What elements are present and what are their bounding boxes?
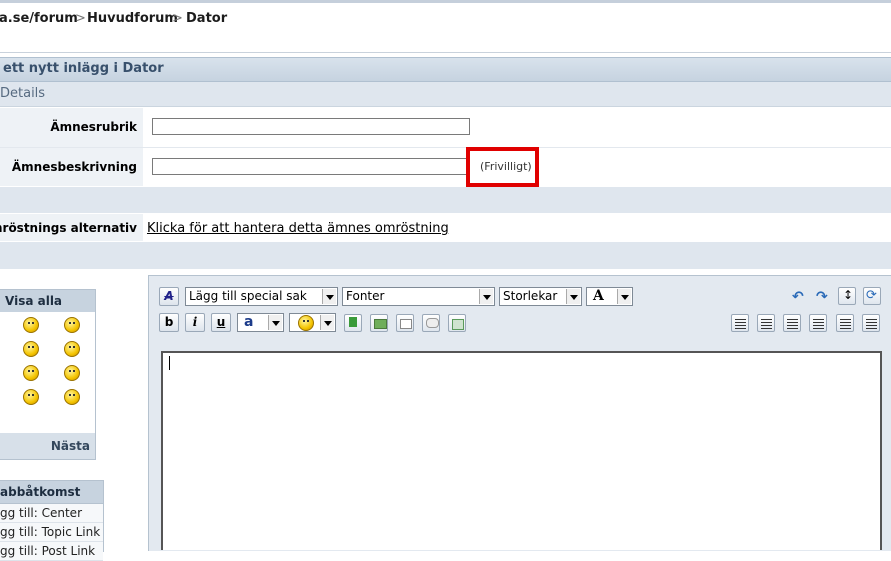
align-right-icon[interactable]	[809, 314, 827, 332]
cool-smiley-icon[interactable]	[23, 365, 39, 381]
chevron-down-icon	[322, 289, 336, 304]
text-caret	[169, 356, 170, 370]
quick-access-item-label: gg till: Center	[0, 506, 83, 520]
top-border	[0, 0, 891, 3]
next-smilies-link[interactable]: Nästa	[51, 439, 90, 453]
undo-icon[interactable]: ↶	[789, 288, 807, 306]
description-label: Ämnesbeskrivning	[11, 160, 137, 174]
insert-image-icon[interactable]	[370, 314, 388, 332]
breadcrumb-subforum-link[interactable]: Dator	[186, 11, 227, 26]
numbered-list-icon[interactable]	[836, 314, 854, 332]
laugh-smiley-icon[interactable]	[64, 341, 80, 357]
quick-access-item[interactable]: gg till: Center	[0, 504, 103, 523]
bullet-list-icon[interactable]	[862, 314, 880, 332]
shocked-smiley-icon[interactable]	[23, 317, 39, 333]
indent-icon[interactable]	[731, 314, 749, 332]
description-input[interactable]	[152, 158, 470, 175]
redo-icon[interactable]: ↷	[813, 288, 831, 306]
resize-glyph: ↕	[843, 288, 854, 302]
italic-icon: i	[192, 315, 198, 329]
refresh-icon[interactable]: ⟳	[863, 287, 881, 305]
sleepy-smiley-icon[interactable]	[64, 365, 80, 381]
happy-smiley-icon[interactable]	[23, 341, 39, 357]
optional-note: (Frivilligt)	[480, 160, 532, 173]
insert-media-icon[interactable]	[344, 314, 362, 332]
quick-access-item[interactable]: gg till: Post Link	[0, 542, 103, 561]
quick-access-header: abbåtkomst	[0, 481, 103, 504]
special-select-value: Lägg till special sak	[189, 289, 307, 303]
poll-manage-link[interactable]: Klicka för att hantera detta ämnes omrös…	[147, 221, 449, 236]
size-select-value: Storlekar	[503, 289, 558, 303]
align-left-icon[interactable]	[757, 314, 775, 332]
quick-access-title: abbåtkomst	[0, 485, 81, 499]
poll-label: mröstnings alternativ	[0, 221, 137, 235]
special-select[interactable]: Lägg till special sak	[185, 287, 338, 306]
bold-icon: b	[164, 315, 174, 329]
quick-access-item-label: gg till: Post Link	[0, 544, 96, 558]
subject-input[interactable]	[152, 118, 470, 135]
form-title: ett nytt inlägg i Dator	[3, 61, 164, 76]
smilies-panel: Visa alla Nästa	[0, 289, 96, 460]
post-body-textarea[interactable]	[161, 351, 882, 550]
smilies-footer: Nästa	[0, 433, 95, 459]
underline-button[interactable]: u	[211, 313, 231, 332]
undo-glyph: ↶	[792, 289, 804, 305]
smiley-icon	[298, 315, 314, 331]
quick-access-item-label: gg till: Topic Link	[0, 525, 101, 539]
chevron-down-icon	[479, 289, 493, 304]
smile-smiley-icon[interactable]	[64, 317, 80, 333]
insert-media-glyph	[349, 317, 357, 327]
angry-smiley-icon[interactable]	[23, 389, 39, 405]
subject-label: Ämnesrubrik	[50, 120, 137, 134]
resize-icon[interactable]: ↕	[838, 287, 856, 305]
font-select[interactable]: Fonter	[342, 287, 495, 306]
form-title-bar: ett nytt inlägg i Dator	[0, 57, 891, 82]
breadcrumb-separator: >	[75, 11, 86, 26]
insert-code-icon[interactable]	[448, 314, 466, 332]
font-select-value: Fonter	[346, 289, 385, 303]
quick-access-panel: abbåtkomst gg till: Center gg till: Topi…	[0, 480, 104, 561]
smiley-select[interactable]	[289, 313, 336, 332]
sad-smiley-icon[interactable]	[64, 389, 80, 405]
show-all-smilies-link[interactable]: Visa alla	[5, 294, 62, 308]
insert-code-glyph	[452, 319, 464, 330]
insert-quote-glyph	[426, 318, 439, 328]
align-center-icon[interactable]	[783, 314, 801, 332]
details-header: Details	[0, 86, 46, 101]
insert-image-glyph	[374, 319, 387, 329]
bold-button[interactable]: b	[159, 313, 179, 332]
breadcrumb: a.se/forum > Huvudforum > Dator	[0, 4, 891, 53]
text-style-select[interactable]: a	[237, 313, 284, 332]
breadcrumb-forum-link[interactable]: Huvudforum	[87, 11, 178, 26]
chevron-down-icon	[617, 289, 631, 304]
remove-format-icon: A	[164, 289, 174, 303]
remove-format-button[interactable]: A	[159, 287, 179, 306]
insert-email-glyph	[400, 319, 412, 329]
font-color-icon: A	[593, 288, 604, 304]
font-color-select[interactable]: A	[586, 287, 633, 306]
breadcrumb-separator: >	[172, 11, 183, 26]
text-style-icon: a	[244, 314, 254, 330]
section-divider	[0, 187, 891, 213]
details-header-bar: Details	[0, 82, 891, 107]
chevron-down-icon	[268, 315, 282, 330]
section-divider	[0, 242, 891, 269]
poll-label-cell: mröstnings alternativ	[0, 214, 143, 241]
subject-label-cell: Ämnesrubrik	[0, 108, 143, 148]
insert-email-icon[interactable]	[396, 314, 414, 332]
insert-quote-icon[interactable]	[422, 314, 440, 332]
redo-glyph: ↷	[816, 289, 828, 305]
smilies-header: Visa alla	[0, 290, 95, 312]
refresh-glyph: ⟳	[866, 288, 877, 303]
description-label-cell: Ämnesbeskrivning	[0, 148, 143, 186]
underline-icon: u	[216, 315, 226, 329]
breadcrumb-site-link[interactable]: a.se/forum	[0, 11, 78, 26]
quick-access-item[interactable]: gg till: Topic Link	[0, 523, 103, 542]
size-select[interactable]: Storlekar	[499, 287, 582, 306]
italic-button[interactable]: i	[185, 313, 205, 332]
chevron-down-icon	[566, 289, 580, 304]
chevron-down-icon	[320, 315, 334, 330]
